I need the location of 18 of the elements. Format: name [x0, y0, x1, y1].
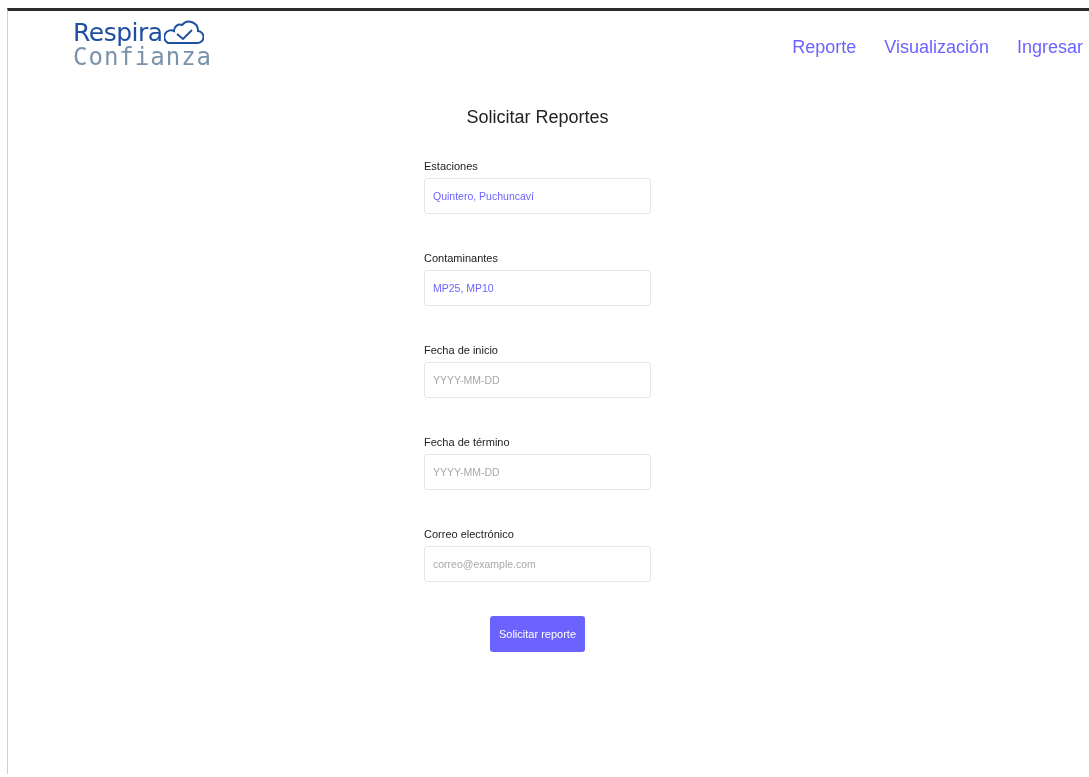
cloud-check-icon	[163, 19, 204, 45]
form-title: Solicitar Reportes	[465, 107, 610, 128]
field-label: Estaciones	[424, 160, 479, 172]
field-label: Correo electrónico	[424, 528, 515, 540]
nav-link[interactable]: Ingresar	[1016, 37, 1083, 58]
field-label: Contaminantes	[424, 252, 499, 264]
input-field[interactable]: YYYY-MM-DD	[424, 454, 651, 490]
logo-text: Respira	[73, 20, 163, 45]
input-field[interactable]: MP25, MP10	[424, 270, 651, 306]
nav-link[interactable]: Visualización	[884, 37, 989, 58]
field-label: Fecha de término	[424, 436, 511, 448]
input-field[interactable]: correo@example.com	[424, 546, 651, 582]
logo-text: Confianza	[73, 45, 213, 69]
input-field[interactable]: YYYY-MM-DD	[424, 362, 651, 398]
nav-link[interactable]: Reporte	[792, 37, 857, 58]
field-label: Fecha de inicio	[424, 344, 499, 356]
input-field[interactable]: Quintero, Puchuncaví	[424, 178, 651, 214]
submit-button[interactable]: Solicitar reporte	[489, 616, 585, 652]
